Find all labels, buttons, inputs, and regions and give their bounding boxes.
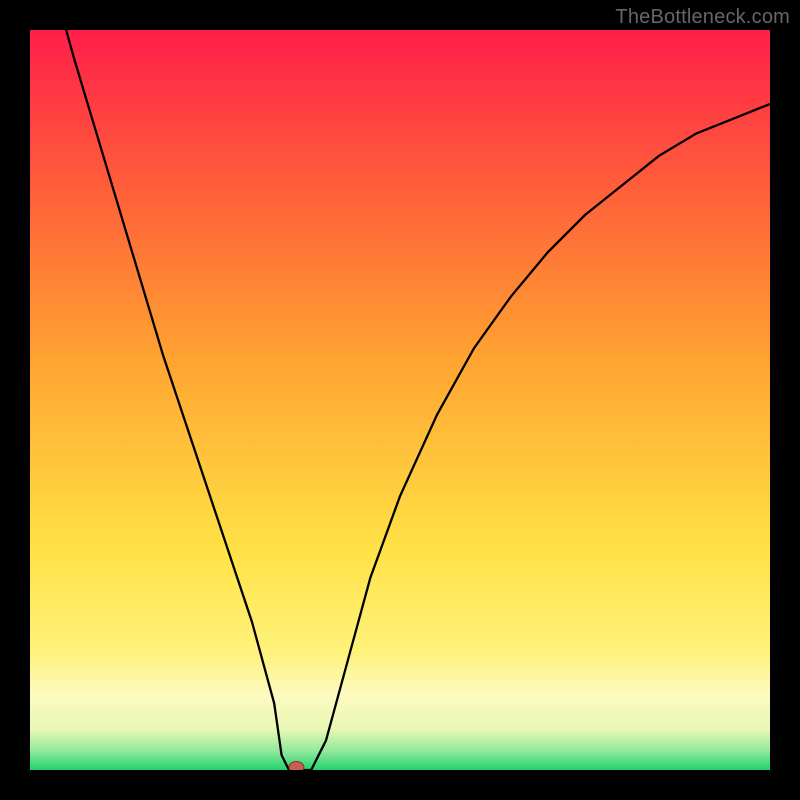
optimum-marker bbox=[289, 762, 304, 771]
chart-frame: TheBottleneck.com bbox=[0, 0, 800, 800]
watermark-label: TheBottleneck.com bbox=[615, 6, 790, 29]
chart-svg bbox=[30, 30, 770, 770]
plot-area bbox=[30, 30, 770, 770]
gradient-background bbox=[30, 30, 770, 770]
